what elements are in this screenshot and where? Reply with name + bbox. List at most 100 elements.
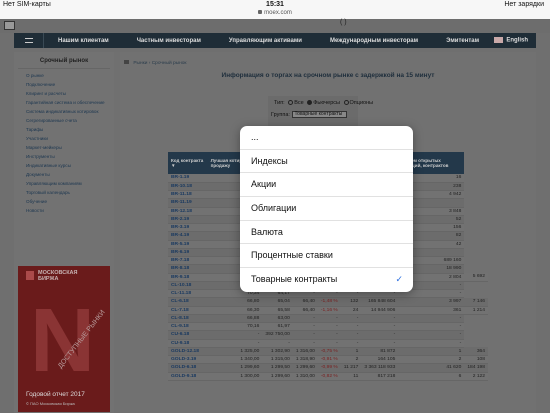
group-label: Группа: <box>271 111 290 118</box>
sidebar-item[interactable]: Тарифы <box>26 127 114 132</box>
table-cell: - <box>317 330 341 340</box>
sidebar-item[interactable]: Индикативные курсы <box>26 163 114 168</box>
table-cell: 65,58 <box>262 306 293 315</box>
radio-futures[interactable] <box>307 100 313 106</box>
table-cell: 1 214 <box>464 306 488 315</box>
table-cell: 5 692 <box>464 273 488 282</box>
table-cell: 1 299,50 <box>262 363 293 373</box>
contract-code-link[interactable]: BR-6.19 <box>168 248 208 258</box>
contract-code-link[interactable]: CU-6.18 <box>168 330 208 340</box>
table-cell: 364 <box>464 347 488 357</box>
filter-panel: Тип: Все Фьючерсы Опционы Группа: Товарн… <box>268 96 373 126</box>
mail-icon[interactable] <box>4 21 15 30</box>
contract-code-link[interactable]: BR-11.19 <box>168 198 208 208</box>
nav-item-issuers[interactable]: Эмитентам <box>432 38 493 44</box>
sidebar-item[interactable]: Маркет-мейкеры <box>26 145 114 150</box>
language-switch[interactable]: English <box>494 37 536 44</box>
table-cell: 66,40 <box>292 306 318 315</box>
sidebar-item[interactable]: Система индикативных котировок <box>26 109 114 114</box>
contract-code-link[interactable]: BR-4.19 <box>168 231 208 241</box>
url-text: moex.com <box>264 10 292 16</box>
hamburger-menu-button[interactable] <box>14 33 44 48</box>
sidebar-item[interactable]: О рынке <box>26 73 114 78</box>
menu-icon <box>24 38 33 43</box>
sidebar-item[interactable]: Документы <box>26 172 114 177</box>
contract-code-link[interactable]: BR-11.18 <box>168 190 208 200</box>
nav-item-clients[interactable]: Нашим клиентам <box>44 38 123 44</box>
breadcrumb-item-markets[interactable]: Рынки <box>133 61 147 66</box>
phone-number: ( ) <box>340 19 347 26</box>
sidebar-item[interactable]: Клиринг и расчеты <box>26 91 114 96</box>
radio-all[interactable] <box>288 100 294 106</box>
dropdown-option[interactable]: Процентные ставки <box>240 244 413 269</box>
dropdown-option[interactable]: Товарные контракты ✓ <box>240 268 413 292</box>
dropdown-option[interactable]: ... <box>240 126 413 150</box>
table-cell: 184 198 <box>464 363 488 373</box>
home-icon[interactable] <box>124 60 129 64</box>
contract-code-link[interactable]: CL-9.18 <box>168 322 208 332</box>
contract-code-link[interactable]: CL-7.18 <box>168 306 208 315</box>
contract-code-link[interactable]: BR-3.19 <box>168 223 208 233</box>
table-cell: - <box>398 322 465 332</box>
table-cell: - <box>317 314 341 324</box>
contract-code-link[interactable]: CU-9.18 <box>168 339 208 348</box>
table-cell: - <box>361 322 399 332</box>
table-cell: 1 318,90 <box>292 355 318 365</box>
table-cell: - <box>207 330 263 340</box>
contract-code-link[interactable]: BR-1.19 <box>168 174 208 183</box>
contract-code-link[interactable]: GOLD-6.18 <box>168 363 208 373</box>
nav-item-private-investors[interactable]: Частным инвесторам <box>123 38 215 44</box>
contract-code-link[interactable]: BR-8.18 <box>168 264 208 274</box>
nav-item-asset-managers[interactable]: Управляющим активами <box>215 38 316 44</box>
column-header[interactable]: Код контракта ▼ <box>168 152 208 174</box>
table-cell: - <box>398 330 465 340</box>
contract-code-link[interactable]: BR-10.18 <box>168 182 208 192</box>
radio-options[interactable] <box>343 100 349 106</box>
table-cell: - <box>317 322 341 332</box>
group-picker-popover: ... Индексы Акции Облигации Валюта Процентные… <box>240 126 413 292</box>
address-bar[interactable]: moex.com <box>0 10 550 19</box>
dropdown-option[interactable]: Акции <box>240 173 413 198</box>
group-select[interactable]: Товарные контракты <box>291 111 347 118</box>
contract-code-link[interactable]: CL-10.18 <box>168 281 208 291</box>
contract-code-link[interactable]: GOLD-3.19 <box>168 355 208 365</box>
nav-item-international-investors[interactable]: Международным инвесторам <box>316 38 432 44</box>
contract-code-link[interactable]: BR-12.18 <box>168 207 208 216</box>
sidebar-item[interactable]: Управляющим компаниям <box>26 181 114 186</box>
contract-code-link[interactable]: BR-9.18 <box>168 273 208 282</box>
contract-code-link[interactable]: CL-8.18 <box>168 314 208 324</box>
annual-report-banner[interactable]: МОСКОВСКАЯ БИРЖА N ДОСТУПНЫЕ РЫНКИ Годово… <box>18 266 110 412</box>
table-cell: -0,75 % <box>317 347 341 357</box>
sidebar-item[interactable]: Торговый календарь <box>26 190 114 195</box>
sidebar-item[interactable]: Участники <box>26 136 114 141</box>
contract-code-link[interactable]: CL-6.18 <box>168 297 208 307</box>
dropdown-option[interactable]: Валюта <box>240 221 413 245</box>
contract-code-link[interactable]: GOLD-9.18 <box>168 372 208 381</box>
sidebar-item[interactable]: Новости <box>26 208 114 213</box>
sidebar-item[interactable]: Сегрегированные счета <box>26 118 114 123</box>
sidebar-item[interactable]: Гарантийная система и обеспечение <box>26 100 114 105</box>
table-cell: - <box>340 322 362 332</box>
ios-status-bar: Нет SIM-карты 15:31 Нет зарядки <box>0 0 550 10</box>
sidebar-item[interactable]: Подключение <box>26 82 114 87</box>
table-cell: 7 146 <box>464 297 488 307</box>
dropdown-option[interactable]: Облигации <box>240 197 413 221</box>
contract-code-link[interactable]: BR-5.19 <box>168 240 208 249</box>
table-cell: 66,30 <box>207 306 263 315</box>
table-cell: 61,97 <box>262 322 293 332</box>
breadcrumb-item-derivatives[interactable]: Срочный рынок <box>152 61 187 66</box>
table-cell: -1,16 % <box>317 306 341 315</box>
contract-code-link[interactable]: CL-11.18 <box>168 289 208 299</box>
contract-code-link[interactable]: GOLD-12.18 <box>168 347 208 357</box>
lock-icon <box>258 10 263 14</box>
sidebar: Срочный рынок О рынке Подключение Клиринг … <box>14 52 114 413</box>
sidebar-item[interactable]: Инструменты <box>26 154 114 159</box>
table-cell: - <box>361 314 399 324</box>
dropdown-option[interactable]: Индексы <box>240 150 413 174</box>
contract-code-link[interactable]: BR-2.19 <box>168 215 208 225</box>
contract-code-link[interactable]: BR-7.18 <box>168 256 208 266</box>
table-cell: 6 <box>398 372 465 381</box>
sidebar-item[interactable]: Обучение <box>26 199 114 204</box>
table-cell: - <box>262 339 293 348</box>
table-cell: 1 316,00 <box>292 347 318 357</box>
